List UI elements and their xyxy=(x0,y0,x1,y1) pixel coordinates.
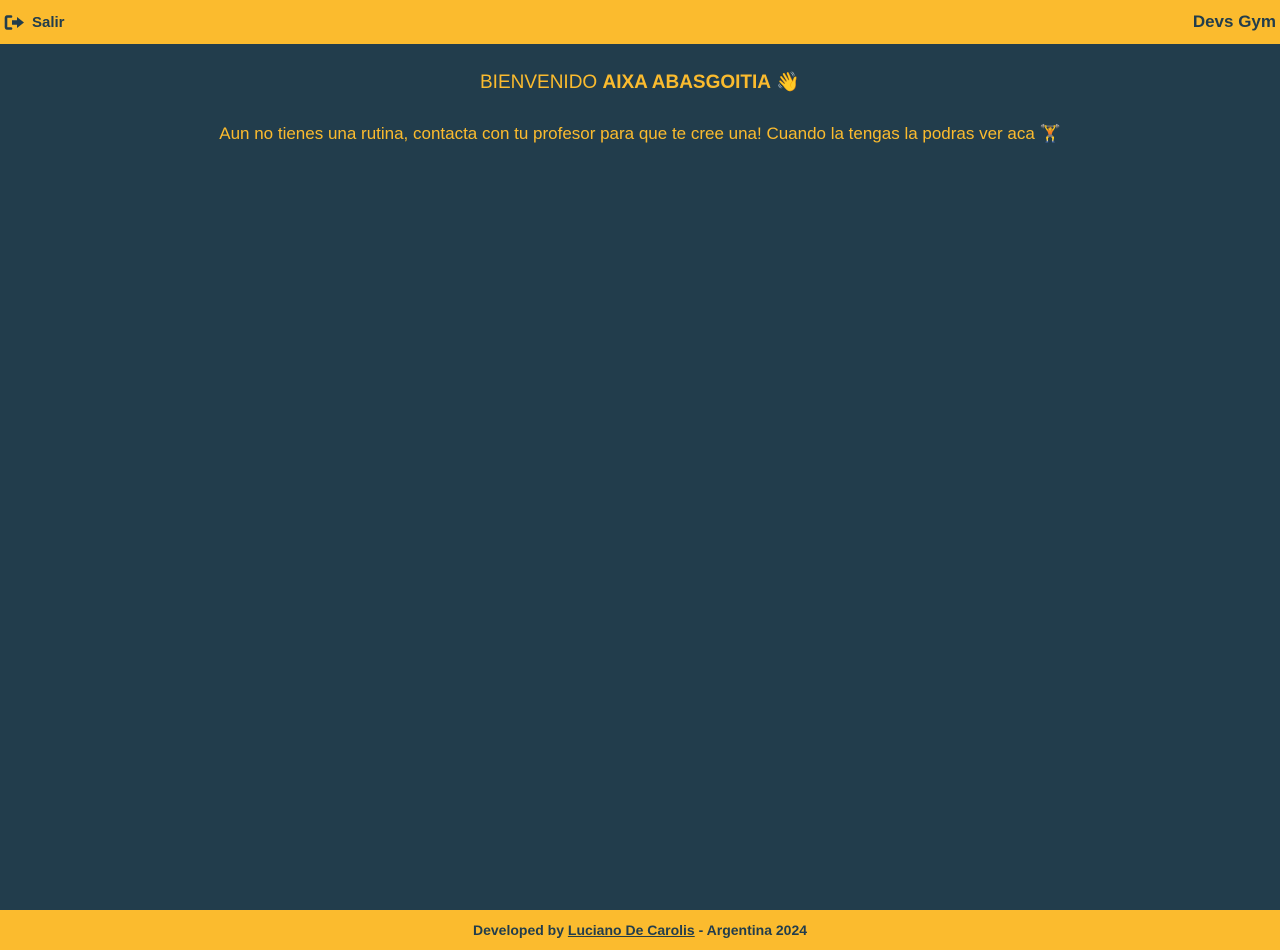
user-name: AIXA ABASGOITIA xyxy=(602,72,772,93)
logout-button[interactable]: Salir xyxy=(4,14,65,31)
waving-hand-icon: 👋 xyxy=(776,71,800,93)
weightlifter-icon: 🏋️ xyxy=(1039,124,1061,144)
footer-suffix: - Argentina 2024 xyxy=(694,922,808,938)
logout-icon xyxy=(4,14,25,31)
welcome-heading: BIENVENIDO AIXA ABASGOITIA 👋 xyxy=(0,70,1280,95)
footer-prefix: Developed by xyxy=(472,922,568,938)
no-routine-text: Aun no tienes una rutina, contacta con t… xyxy=(219,124,1035,143)
logout-label: Salir xyxy=(32,13,65,31)
no-routine-message: Aun no tienes una rutina, contacta con t… xyxy=(0,123,1280,145)
main-content: BIENVENIDO AIXA ABASGOITIA 👋 Aun no tien… xyxy=(0,44,1280,910)
author-link[interactable]: Luciano De Carolis xyxy=(568,922,695,938)
brand-title: Devs Gym xyxy=(1192,12,1276,31)
top-navbar: Salir Devs Gym xyxy=(0,0,1280,44)
welcome-prefix: BIENVENIDO xyxy=(480,72,603,93)
footer: Developed by Luciano De Carolis - Argent… xyxy=(0,910,1280,950)
